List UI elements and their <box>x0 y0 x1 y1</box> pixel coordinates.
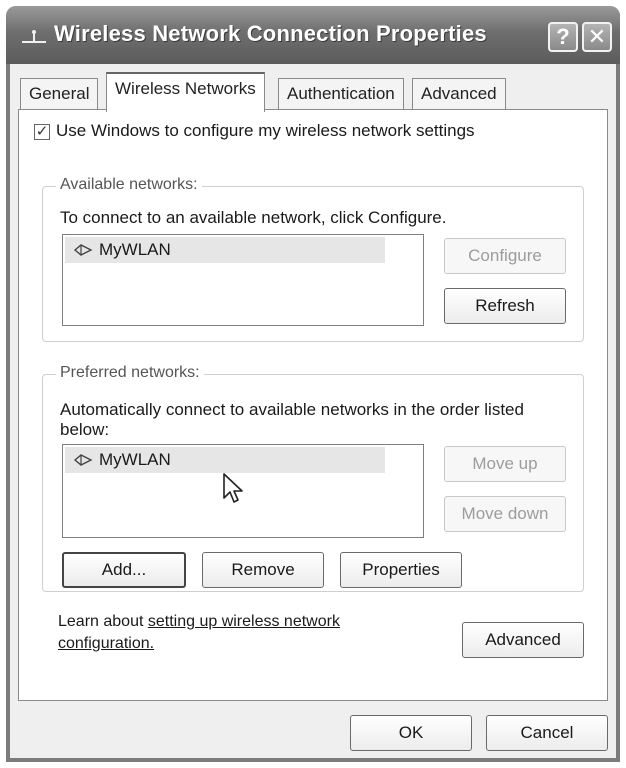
network-connection-icon <box>22 30 46 43</box>
tab-wireless-networks[interactable]: Wireless Networks <box>106 72 265 112</box>
advanced-button[interactable]: Advanced <box>462 622 584 658</box>
use-windows-checkbox[interactable]: ✓ <box>34 124 50 140</box>
preferred-networks-title: Preferred networks: <box>56 364 204 382</box>
close-button[interactable]: ✕ <box>582 22 612 52</box>
ok-button[interactable]: OK <box>350 715 472 751</box>
available-networks-title: Available networks: <box>56 176 202 194</box>
use-windows-checkbox-label[interactable]: Use Windows to configure my wireless net… <box>56 121 475 141</box>
tab-wireless-networks-label: Wireless Networks <box>115 79 256 98</box>
configure-button[interactable]: Configure <box>444 238 566 274</box>
help-icon: ? <box>556 24 570 49</box>
tab-authentication[interactable]: Authentication <box>278 78 404 110</box>
wireless-network-icon <box>73 244 93 256</box>
properties-button[interactable]: Properties <box>340 552 462 588</box>
tab-authentication-label: Authentication <box>287 84 395 103</box>
available-networks-list[interactable]: MyWLAN <box>62 234 424 326</box>
wireless-network-icon <box>73 454 93 466</box>
available-networks-description: To connect to an available network, clic… <box>60 208 447 227</box>
tab-advanced-label: Advanced <box>421 84 497 103</box>
list-item[interactable]: MyWLAN <box>65 237 385 263</box>
learn-about-text: Learn about setting up wireless network <box>58 612 340 632</box>
tab-general-label: General <box>29 84 90 103</box>
network-name: MyWLAN <box>99 450 171 469</box>
move-up-button[interactable]: Move up <box>444 446 566 482</box>
tab-advanced[interactable]: Advanced <box>412 78 506 110</box>
window-title: Wireless Network Connection Properties <box>54 21 487 46</box>
preferred-networks-description: Automatically connect to available netwo… <box>60 400 524 419</box>
close-icon: ✕ <box>587 24 607 49</box>
remove-button[interactable]: Remove <box>202 552 324 588</box>
network-name: MyWLAN <box>99 240 171 259</box>
title-bar[interactable]: Wireless Network Connection Properties ?… <box>6 6 620 64</box>
move-down-button[interactable]: Move down <box>444 496 566 532</box>
refresh-button[interactable]: Refresh <box>444 288 566 324</box>
cancel-button[interactable]: Cancel <box>486 715 608 751</box>
help-button[interactable]: ? <box>548 22 578 52</box>
setup-wireless-link-continued[interactable]: configuration. <box>58 635 154 652</box>
add-button[interactable]: Add... <box>62 552 186 588</box>
learn-about-text-continued: configuration. <box>58 634 154 654</box>
setup-wireless-link[interactable]: setting up wireless network <box>148 613 340 630</box>
list-item[interactable]: MyWLAN <box>65 447 385 473</box>
learn-about-prefix: Learn about <box>58 613 148 630</box>
tab-general[interactable]: General <box>20 78 99 110</box>
preferred-networks-description-continued: below: <box>60 420 110 439</box>
mouse-pointer-icon <box>223 473 243 503</box>
